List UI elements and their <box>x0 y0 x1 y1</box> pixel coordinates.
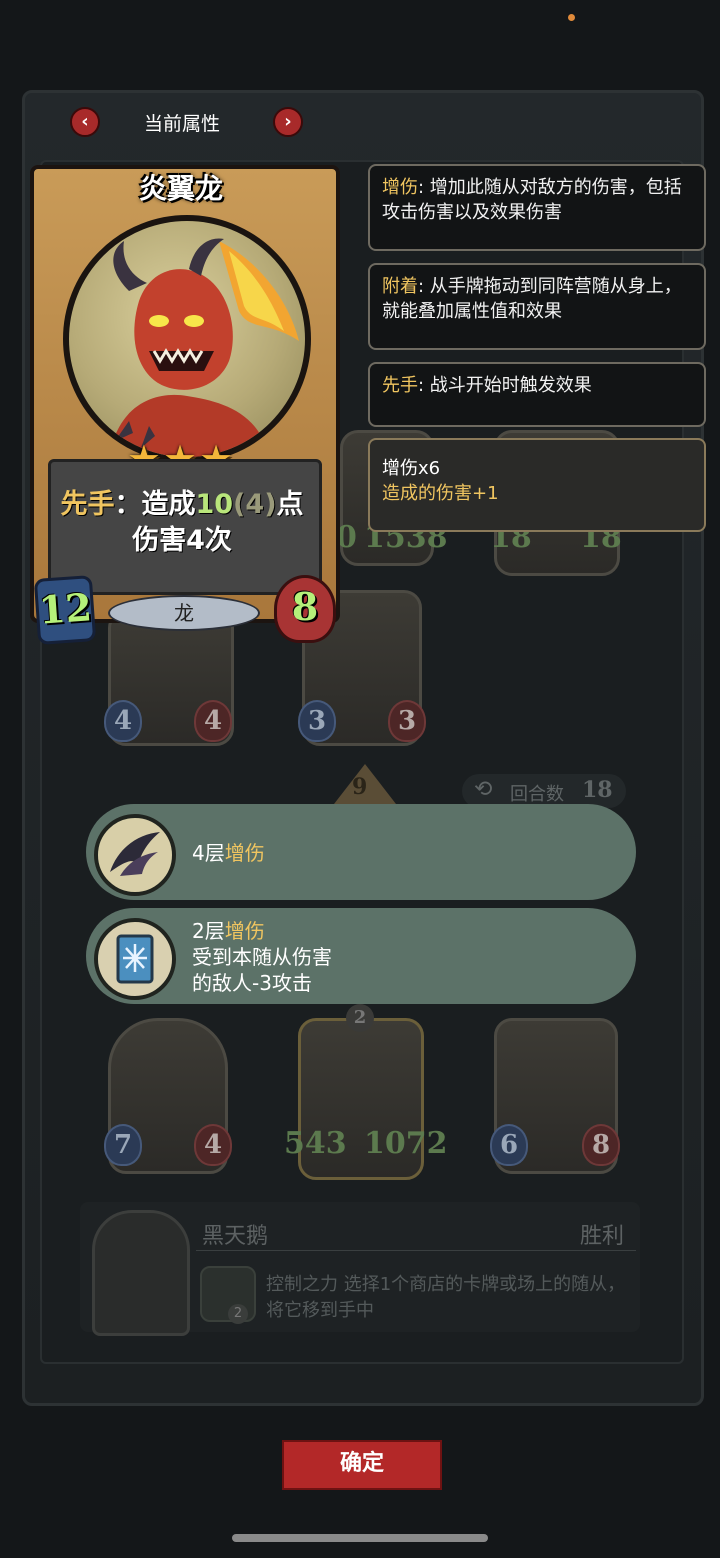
minion-health: 4 <box>194 700 232 742</box>
buff-2-text: 2层增伤 受到本随从伤害 的敌人-3攻击 <box>192 918 332 996</box>
confirm-button[interactable]: 确定 <box>282 1440 442 1490</box>
buff-desc-line2: 受到本随从伤害 <box>192 945 332 969</box>
desc-paren-number: 4 <box>245 489 265 520</box>
divider <box>196 1250 636 1251</box>
round-icon: ⟲ <box>474 777 493 802</box>
ability-badge: 2 <box>228 1304 248 1324</box>
buff-count: 4层 <box>192 841 225 865</box>
buff-1-text: 4层增伤 <box>192 840 265 866</box>
minion-attack: 7 <box>104 1124 142 1166</box>
card-tribe: 龙 <box>108 595 260 631</box>
desc-text-tail: 点 <box>276 489 304 520</box>
book-graphic <box>116 934 154 984</box>
ability-name: 控制之力 <box>266 1274 338 1295</box>
minion-attack: 543 <box>284 1126 347 1161</box>
buff-keyword: 增伤 <box>224 841 265 865</box>
buff-desc-line3: 的敌人-3攻击 <box>192 971 312 995</box>
round-label: 回合数 <box>510 784 564 805</box>
status-dot <box>568 14 575 21</box>
minion-health: 1072 <box>364 1126 448 1161</box>
card-health-value: 8 <box>291 584 319 629</box>
dark-wing-icon <box>94 814 176 896</box>
tooltip-text: : 从手牌拖动到同阵营随从身上，就能叠加属性值和效果 <box>382 276 682 322</box>
minion-card: 炎翼龙 ★★★ 先手：造成10(4)点 伤害4次 12 龙 8 <box>30 165 340 645</box>
minion-health: 4 <box>194 1124 232 1166</box>
minion-health: 8 <box>582 1124 620 1166</box>
tier-value: 9 <box>352 774 368 800</box>
minion-attack: 4 <box>104 700 142 742</box>
opponent-avatar[interactable] <box>92 1210 190 1336</box>
card-name: 炎翼龙 <box>138 172 223 205</box>
tooltip-text: : 战斗开始时触发效果 <box>418 375 592 396</box>
dragon-illustration <box>109 238 299 457</box>
card-attack-value: 12 <box>37 584 94 633</box>
tooltip-keyword-2: 附着: 从手牌拖动到同阵营随从身上，就能叠加属性值和效果 <box>368 263 706 350</box>
tooltip-keyword: 增伤 <box>382 177 418 198</box>
buff-count: 2层 <box>192 919 225 943</box>
opponent-name: 黑天鹅 <box>202 1224 269 1249</box>
home-indicator[interactable] <box>232 1534 488 1542</box>
next-arrow-button[interactable]: › <box>273 107 303 137</box>
tooltip-keyword: 先手 <box>382 375 418 396</box>
wing-graphic <box>110 832 160 876</box>
desc-number: 10 <box>195 489 234 520</box>
card-attack: 12 <box>33 575 97 645</box>
desc-line2: 伤害4次 <box>132 525 232 556</box>
buff-summary-box: 增伤x6 造成的伤害+1 <box>368 438 706 532</box>
tooltip-keyword-3: 先手: 战斗开始时触发效果 <box>368 362 706 427</box>
buff-summary-line2: 造成的伤害+1 <box>382 483 499 504</box>
round-value: 18 <box>582 777 613 803</box>
frost-book-icon <box>94 918 176 1000</box>
card-portrait <box>63 215 311 463</box>
card-health: 8 <box>274 575 336 643</box>
ability-text: 控制之力 选择1个商店的卡牌或场上的随从，将它移到手中 <box>266 1272 626 1324</box>
minion-attack: 3 <box>298 700 336 742</box>
tooltip-text: : 增加此随从对敌方的伤害，包括攻击伤害以及效果伤害 <box>382 177 682 223</box>
header-title: 当前属性 <box>144 113 221 135</box>
minion-badge: 2 <box>346 1004 374 1032</box>
opponent-result: 胜利 <box>580 1224 625 1249</box>
tooltip-keyword-1: 增伤: 增加此随从对敌方的伤害，包括攻击伤害以及效果伤害 <box>368 164 706 251</box>
buff-summary-line1: 增伤x6 <box>382 458 441 479</box>
minion-health: 3 <box>388 700 426 742</box>
desc-paren-open: ( <box>233 489 246 520</box>
prev-arrow-button[interactable]: ‹ <box>70 107 100 137</box>
desc-paren-close: ) <box>264 489 277 520</box>
desc-text: ：造成 <box>114 489 196 520</box>
tooltip-keyword: 附着 <box>382 276 418 297</box>
card-description: 先手：造成10(4)点 伤害4次 <box>48 487 316 559</box>
buff-keyword: 增伤 <box>224 919 265 943</box>
desc-keyword: 先手 <box>60 489 115 520</box>
minion-attack: 6 <box>490 1124 528 1166</box>
